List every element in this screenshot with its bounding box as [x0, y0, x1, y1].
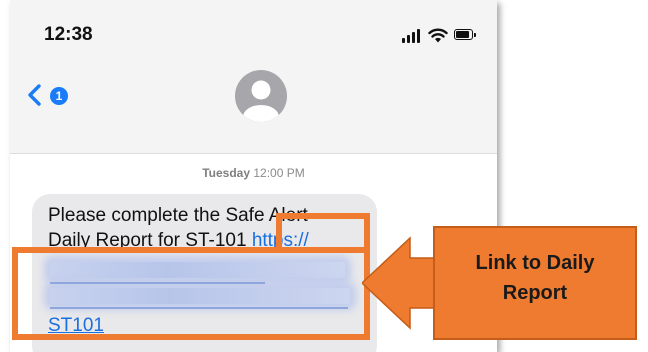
back-button[interactable]: 1 — [24, 80, 84, 110]
redacted-link-underline-2 — [50, 307, 348, 309]
message-line-2-text: Daily Report for ST-101 — [48, 230, 252, 251]
message-line-1: Please complete the Safe Alert — [48, 205, 308, 226]
callout-label: Link to Daily Report — [433, 248, 637, 308]
chevron-left-icon — [28, 84, 41, 106]
cellular-signal-icon — [402, 29, 422, 43]
wifi-icon — [428, 28, 448, 43]
message-line-2: Daily Report for ST-101 https:// — [48, 228, 378, 253]
status-time: 12:38 — [44, 24, 93, 45]
timestamp-day: Tuesday — [202, 166, 251, 180]
callout-arrow-icon — [362, 236, 438, 330]
redacted-link-line-1[interactable] — [50, 262, 345, 278]
conversation-header: 1 — [10, 60, 497, 155]
unread-count-badge: 1 — [50, 87, 68, 105]
timestamp-time: 12:00 PM — [253, 166, 305, 180]
redacted-link-line-2[interactable] — [50, 288, 350, 304]
report-link-start[interactable]: https:// — [252, 230, 309, 251]
message-timestamp: Tuesday 12:00 PM — [10, 166, 497, 180]
report-link-end[interactable]: ST101 — [48, 315, 104, 336]
battery-icon — [454, 29, 476, 41]
callout-line-2: Report — [502, 282, 568, 304]
callout-line-1: Link to Daily — [475, 252, 595, 274]
redacted-link-underline-1 — [50, 282, 265, 284]
message-text: Please complete the Safe Alert Daily Rep… — [48, 203, 378, 253]
person-avatar-icon[interactable] — [235, 70, 287, 122]
message-link-end: ST101 — [48, 313, 378, 338]
